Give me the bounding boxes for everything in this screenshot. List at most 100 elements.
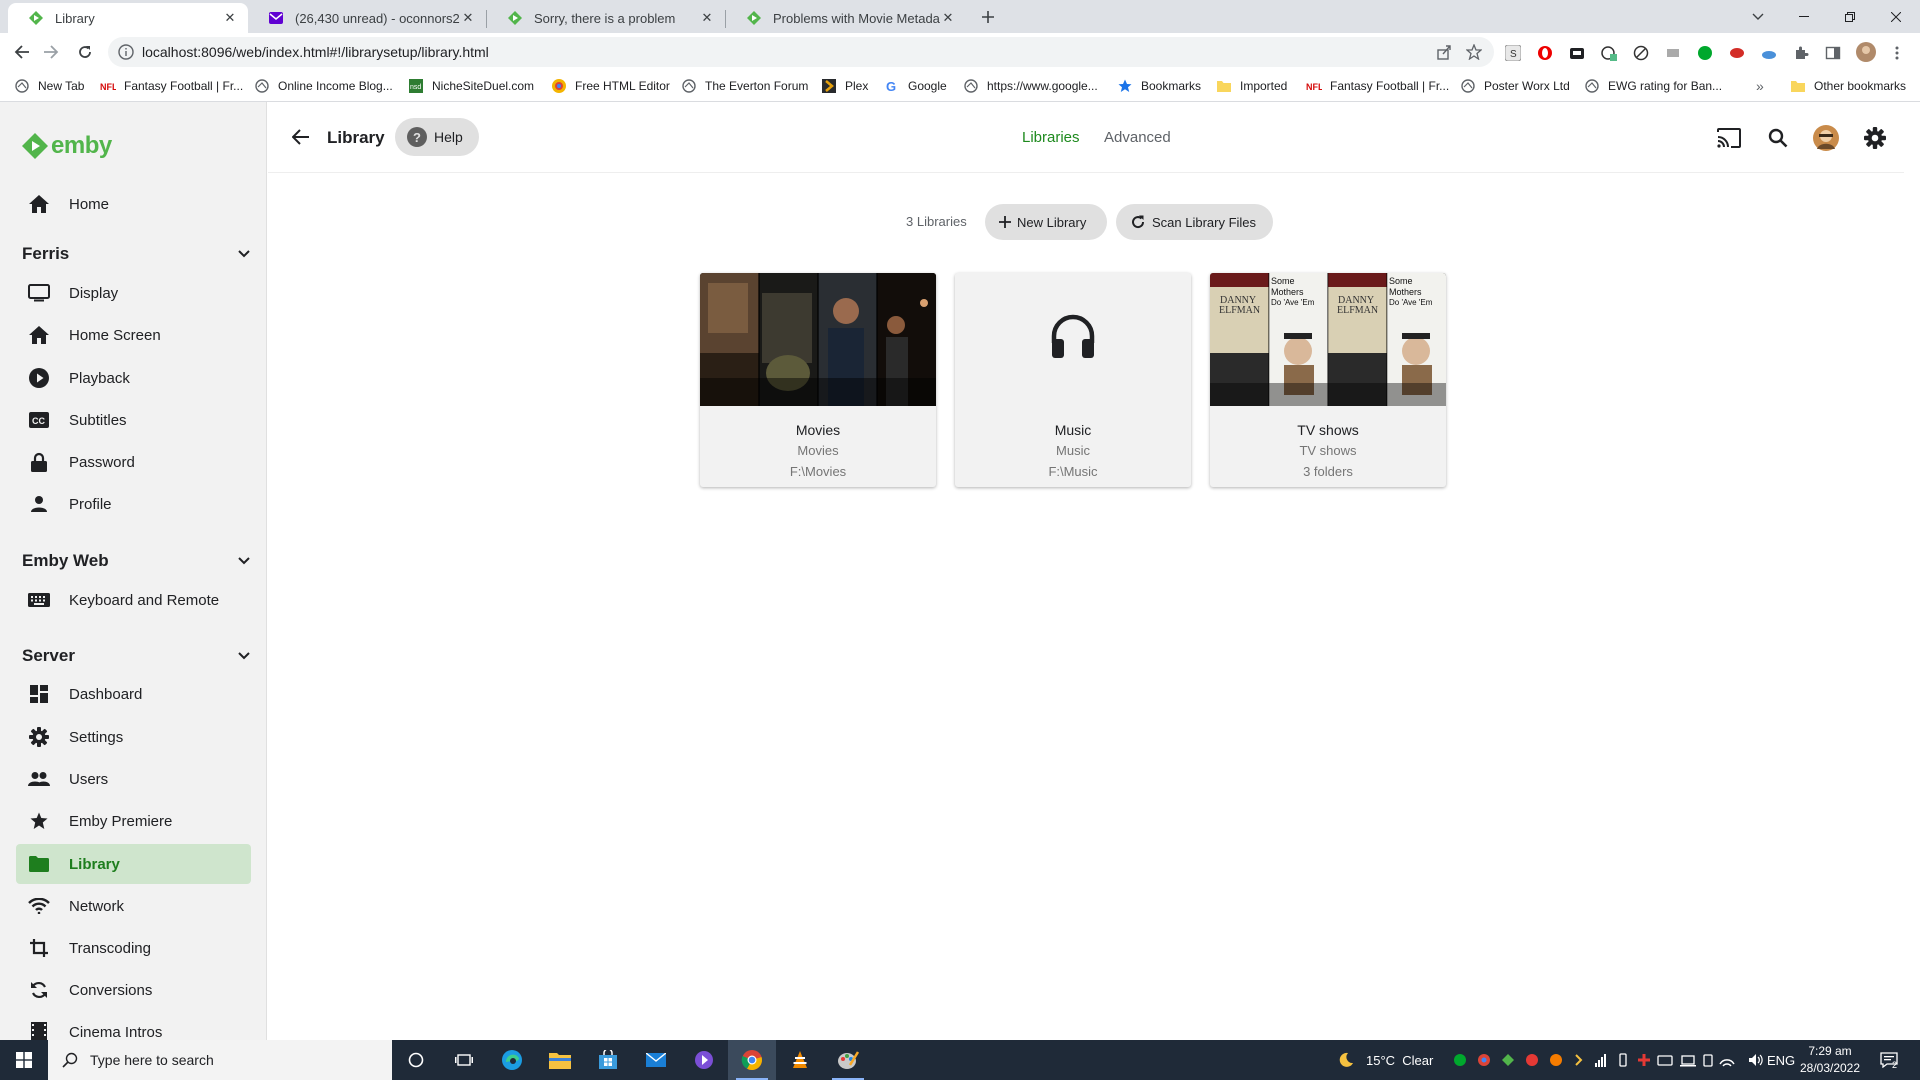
bookmark-online-income[interactable]: Online Income Blog...: [254, 77, 393, 95]
info-icon[interactable]: [118, 44, 134, 60]
close-tab-icon[interactable]: ✕: [460, 10, 476, 26]
vlc-icon[interactable]: [776, 1040, 824, 1080]
bookmark-new-tab[interactable]: New Tab: [14, 77, 84, 95]
bookmark-poster-worx[interactable]: Poster Worx Ltd: [1460, 77, 1570, 95]
media-app-icon[interactable]: [680, 1040, 728, 1080]
tab-yahoo-mail[interactable]: (26,430 unread) - oconnors2nz@ ✕: [248, 3, 486, 33]
close-window-button[interactable]: [1873, 0, 1919, 33]
chrome-icon[interactable]: [728, 1040, 776, 1080]
tab-search-icon[interactable]: [1735, 0, 1781, 33]
microsoft-store-icon[interactable]: [584, 1040, 632, 1080]
back-arrow-icon[interactable]: [288, 124, 314, 150]
sidebar-item-display[interactable]: Display: [16, 273, 251, 313]
taskbar-clock[interactable]: 7:29 am 28/03/2022: [1795, 1043, 1865, 1077]
extension-s-icon[interactable]: S: [1504, 44, 1522, 62]
bookmark-star-icon[interactable]: [1466, 44, 1482, 60]
gear-icon[interactable]: [1861, 124, 1889, 152]
sidebar-item-settings[interactable]: Settings: [16, 717, 251, 757]
tab-sorry-problem[interactable]: Sorry, there is a problem ✕: [487, 3, 725, 33]
sidebar-item-home-screen[interactable]: Home Screen: [16, 315, 251, 355]
forward-button[interactable]: [37, 38, 65, 66]
block-icon[interactable]: [1632, 44, 1650, 62]
bookmark-bookmarks[interactable]: Bookmarks: [1117, 77, 1201, 95]
evernote-icon[interactable]: [1696, 44, 1714, 62]
more-bookmarks-chevron-icon[interactable]: »: [1756, 77, 1764, 95]
mail-icon[interactable]: [632, 1040, 680, 1080]
tab-movie-metadata[interactable]: Problems with Movie Metadata - ✕: [726, 3, 966, 33]
opera-icon[interactable]: [1536, 44, 1554, 62]
sidebar-item-playback[interactable]: Playback: [16, 358, 251, 398]
extension-grey-icon[interactable]: [1664, 44, 1682, 62]
profile-avatar[interactable]: [1856, 42, 1876, 62]
sidebar-item-password[interactable]: Password: [16, 442, 251, 482]
sidebar-item-transcoding[interactable]: Transcoding: [16, 928, 251, 968]
share-icon[interactable]: [1436, 44, 1452, 60]
system-tray-icons[interactable]: [1452, 1040, 1742, 1080]
address-bar[interactable]: localhost:8096/web/index.html#!/librarys…: [108, 37, 1494, 67]
sidebar-item-emby-premiere[interactable]: Emby Premiere: [16, 801, 251, 841]
bookmark-everton-forum[interactable]: The Everton Forum: [681, 77, 808, 95]
extensions-puzzle-icon[interactable]: [1792, 44, 1810, 62]
weather-widget[interactable]: 15°C Clear: [1338, 1040, 1433, 1080]
extension-store-icon[interactable]: [1568, 44, 1586, 62]
paint-app-icon[interactable]: [824, 1040, 872, 1080]
sidebar-item-library[interactable]: Library: [16, 844, 251, 884]
library-card-movies[interactable]: Movies Movies F:\Movies: [700, 273, 936, 487]
bookmark-google-url[interactable]: https://www.google...: [963, 77, 1098, 95]
cortana-icon[interactable]: [392, 1040, 440, 1080]
bookmark-fantasy-football[interactable]: NFL Fantasy Football | Fr...: [100, 77, 243, 95]
file-explorer-icon[interactable]: [536, 1040, 584, 1080]
close-tab-icon[interactable]: ✕: [222, 10, 238, 26]
bookmark-imported[interactable]: Imported: [1216, 77, 1287, 95]
new-tab-button[interactable]: [976, 5, 1000, 29]
taskbar-search-box[interactable]: Type here to search: [48, 1040, 392, 1080]
section-header-emby-web[interactable]: Emby Web: [22, 548, 250, 574]
task-view-icon[interactable]: [440, 1040, 488, 1080]
section-header-server[interactable]: Server: [22, 643, 250, 669]
user-avatar[interactable]: [1812, 124, 1840, 152]
sidebar-item-profile[interactable]: Profile: [16, 484, 251, 524]
library-card-music[interactable]: Music Music F:\Music: [955, 273, 1191, 487]
bookmark-ewg-rating[interactable]: EWG rating for Ban...: [1584, 77, 1722, 95]
sidebar-item-dashboard[interactable]: Dashboard: [16, 674, 251, 714]
restore-button[interactable]: [1827, 0, 1873, 33]
search-icon[interactable]: [1764, 124, 1792, 152]
library-card-tv-shows[interactable]: DANNY ELFMAN Some Mothers Do 'Ave 'Em DA…: [1210, 273, 1446, 487]
close-tab-icon[interactable]: ✕: [940, 10, 956, 26]
input-language[interactable]: ENG: [1767, 1040, 1795, 1080]
reload-button[interactable]: [71, 38, 99, 66]
scan-library-files-button[interactable]: Scan Library Files: [1116, 204, 1273, 240]
browser-menu-icon[interactable]: [1888, 44, 1906, 62]
help-button[interactable]: ? Help: [395, 118, 479, 156]
sidebar-item-network[interactable]: Network: [16, 886, 251, 926]
tab-advanced[interactable]: Advanced: [1104, 129, 1171, 146]
edge-icon[interactable]: [488, 1040, 536, 1080]
bookmark-fantasy-football-2[interactable]: NFL Fantasy Football | Fr...: [1306, 77, 1449, 95]
lastpass-icon[interactable]: [1728, 44, 1746, 62]
sidebar-item-cinema-intros[interactable]: Cinema Intros: [16, 1012, 251, 1040]
minimize-button[interactable]: [1781, 0, 1827, 33]
emby-logo[interactable]: emby: [22, 132, 112, 160]
bookmark-free-html-editor[interactable]: Free HTML Editor: [551, 77, 670, 95]
close-tab-icon[interactable]: ✕: [699, 10, 715, 26]
volume-icon[interactable]: [1748, 1040, 1764, 1080]
bookmark-other-bookmarks[interactable]: Other bookmarks: [1790, 77, 1906, 95]
side-panel-icon[interactable]: [1824, 44, 1842, 62]
section-header-ferris[interactable]: Ferris: [22, 241, 250, 267]
tab-library[interactable]: Library ✕: [8, 3, 248, 33]
bookmark-plex[interactable]: Plex: [821, 77, 868, 95]
sidebar-item-keyboard-remote[interactable]: Keyboard and Remote: [16, 580, 251, 620]
notification-center-icon[interactable]: 2: [1880, 1040, 1898, 1080]
sidebar-item-home[interactable]: Home: [16, 184, 251, 224]
sidebar-item-conversions[interactable]: Conversions: [16, 970, 251, 1010]
bookmark-google[interactable]: G Google: [884, 77, 947, 95]
new-library-button[interactable]: New Library: [985, 204, 1107, 240]
tab-libraries[interactable]: Libraries: [1022, 129, 1080, 146]
windows-start-icon[interactable]: [0, 1040, 48, 1080]
sidebar-item-subtitles[interactable]: CC Subtitles: [16, 400, 251, 440]
bookmark-nichesiteduel[interactable]: nsd NicheSiteDuel.com: [408, 77, 534, 95]
speed-icon[interactable]: [1600, 44, 1618, 62]
back-button[interactable]: [8, 38, 36, 66]
cloud-icon[interactable]: [1760, 44, 1778, 62]
cast-icon[interactable]: [1715, 124, 1743, 152]
